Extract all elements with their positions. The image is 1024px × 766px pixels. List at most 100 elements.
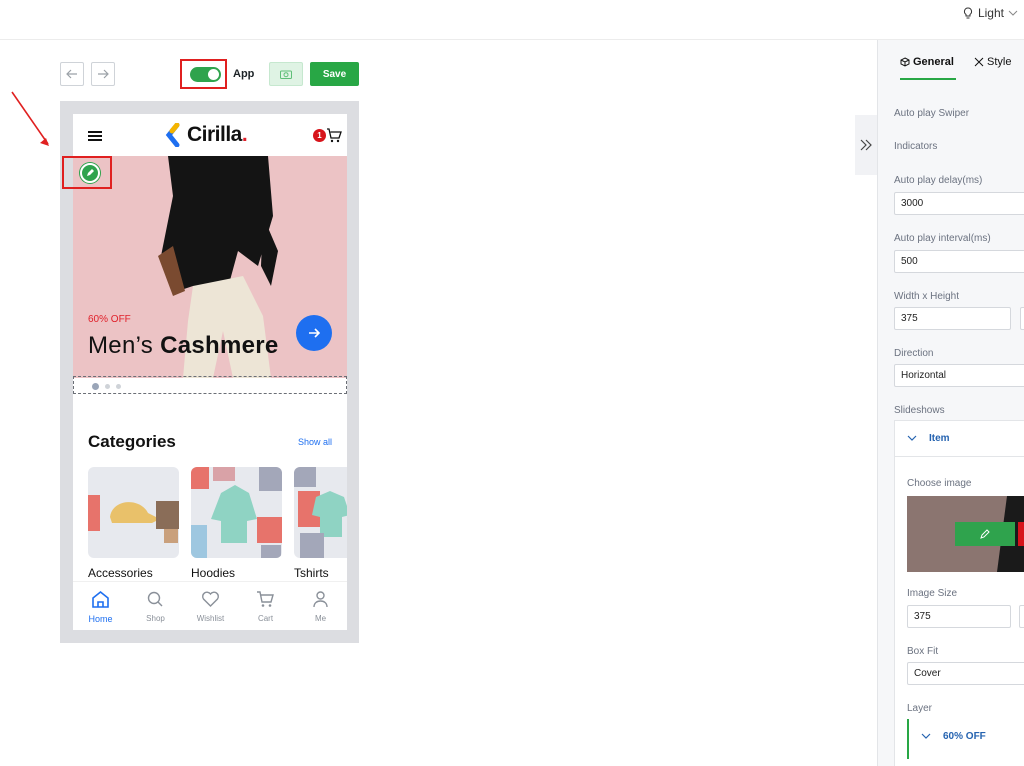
save-button[interactable]: Save <box>310 62 359 86</box>
nav-label: Wishlist <box>196 614 225 623</box>
logo-mark-icon <box>165 123 180 147</box>
image-height-input[interactable] <box>1019 605 1024 628</box>
image-size-input[interactable]: 375 <box>907 605 1011 628</box>
category-label: Accessories <box>88 566 153 580</box>
tab-label: General <box>913 56 954 68</box>
header-cart[interactable]: 1 <box>311 127 343 145</box>
autoplay-delay-input[interactable]: 3000 <box>894 192 1024 215</box>
size-label: Width x Height <box>894 291 960 302</box>
nav-me[interactable]: Me <box>293 582 347 630</box>
categories-title: Categories <box>88 432 176 451</box>
hoodies-image <box>191 467 282 558</box>
cart-count-badge: 1 <box>313 129 326 142</box>
tshirts-image <box>294 467 347 558</box>
nav-label: Shop <box>146 614 165 623</box>
category-card-tshirts[interactable] <box>294 467 347 558</box>
image-thumbnail[interactable] <box>907 496 1024 572</box>
nav-label: Cart <box>257 614 274 623</box>
choose-image-label: Choose image <box>907 478 972 489</box>
panel-tabs: General Style <box>878 40 1024 84</box>
arrow-right-icon <box>98 69 109 79</box>
edit-image-button[interactable] <box>955 522 1015 546</box>
highlight-box <box>62 156 112 189</box>
nav-wishlist[interactable]: Wishlist <box>183 582 238 630</box>
brand-dot: . <box>241 123 248 146</box>
nav-label: Me <box>314 614 327 623</box>
annotation-arrow-icon <box>11 91 49 146</box>
arrow-left-icon <box>66 69 77 79</box>
brand-name: Cirilla <box>187 123 242 146</box>
category-label: Tshirts <box>294 566 329 580</box>
layer-item-title: 60% OFF <box>943 731 986 742</box>
tools-icon <box>974 57 984 67</box>
item-header[interactable]: Item <box>895 421 1024 457</box>
slideshow-item: Item Choose image Image Size 375 Box Fit… <box>894 420 1024 766</box>
theme-label: Light <box>977 6 1004 20</box>
autoplay-delay-label: Auto play delay(ms) <box>894 175 983 186</box>
bottom-navigation: Home Shop Wishlist Cart Me <box>73 581 347 630</box>
chevron-down-icon <box>1008 10 1018 16</box>
tab-label: Style <box>987 56 1012 68</box>
category-label: Hoodies <box>191 566 236 580</box>
category-card-accessories[interactable] <box>88 467 179 558</box>
brand-logo: Cirilla . <box>165 122 248 148</box>
hero-subtitle: 60% OFF <box>88 314 131 325</box>
cube-icon <box>900 57 910 67</box>
tab-general[interactable]: General <box>900 56 954 68</box>
menu-icon[interactable] <box>88 131 102 141</box>
item-title: Item <box>929 433 950 444</box>
user-icon <box>313 591 328 608</box>
hero-title-bold: Cashmere <box>160 332 279 359</box>
search-icon <box>147 591 163 607</box>
double-chevron-right-icon <box>860 139 872 151</box>
app-toggle-label: App <box>233 68 255 80</box>
tab-style[interactable]: Style <box>974 56 1011 68</box>
heart-icon <box>202 591 219 607</box>
layer-item[interactable]: 60% OFF <box>907 719 1024 759</box>
category-card-hoodies[interactable] <box>191 467 282 558</box>
slideshows-label: Slideshows <box>894 405 945 416</box>
chevron-down-icon <box>921 733 931 739</box>
indicators-label: Indicators <box>894 141 938 152</box>
cart-icon <box>257 591 274 607</box>
width-input[interactable]: 375 <box>894 307 1011 330</box>
arrow-right-icon <box>309 328 320 338</box>
slider-indicators <box>73 376 347 394</box>
direction-label: Direction <box>894 348 934 359</box>
nav-label: Home <box>88 614 113 624</box>
autoplay-interval-input[interactable]: 500 <box>894 250 1024 273</box>
autoplay-swiper-label: Auto play Swiper <box>894 108 970 119</box>
home-icon <box>92 590 109 608</box>
direction-select[interactable]: Horizontal <box>894 364 1024 387</box>
cart-icon <box>327 128 342 143</box>
accessories-image <box>88 495 179 543</box>
nav-shop[interactable]: Shop <box>128 582 183 630</box>
show-all-link[interactable]: Show all <box>298 437 332 447</box>
highlight-box <box>180 59 227 89</box>
bulb-icon <box>963 6 972 18</box>
box-fit-select[interactable]: Cover <box>907 662 1024 685</box>
indicator-dot[interactable] <box>116 384 121 389</box>
height-input[interactable] <box>1020 307 1024 330</box>
active-tab-indicator <box>900 78 956 80</box>
delete-image-button[interactable] <box>1018 522 1024 546</box>
indicator-dot-active[interactable] <box>92 383 99 390</box>
theme-switch[interactable]: Light <box>962 6 1018 20</box>
chevron-down-icon <box>907 435 917 441</box>
screenshot-button[interactable] <box>269 62 303 86</box>
collapse-panel-button[interactable] <box>855 115 877 175</box>
app-header: Cirilla . 1 <box>73 114 347 156</box>
settings-panel: General Style Auto play Swiper Indicator… <box>877 40 1024 766</box>
phone-screen: Cirilla . 1 60% OFF Men’s Cashmere Categ… <box>73 114 347 630</box>
hero-title: Men’s Cashmere <box>88 332 279 360</box>
nav-home[interactable]: Home <box>73 582 128 630</box>
autoplay-interval-label: Auto play interval(ms) <box>894 233 991 244</box>
nav-cart[interactable]: Cart <box>238 582 293 630</box>
hero-next-button[interactable] <box>296 315 332 351</box>
indicator-dot[interactable] <box>105 384 110 389</box>
redo-button[interactable] <box>91 62 115 86</box>
top-bar: Light <box>0 0 1024 40</box>
box-fit-label: Box Fit <box>907 646 939 657</box>
preview-toolbar: App Save <box>60 59 360 89</box>
camera-icon <box>280 70 292 79</box>
